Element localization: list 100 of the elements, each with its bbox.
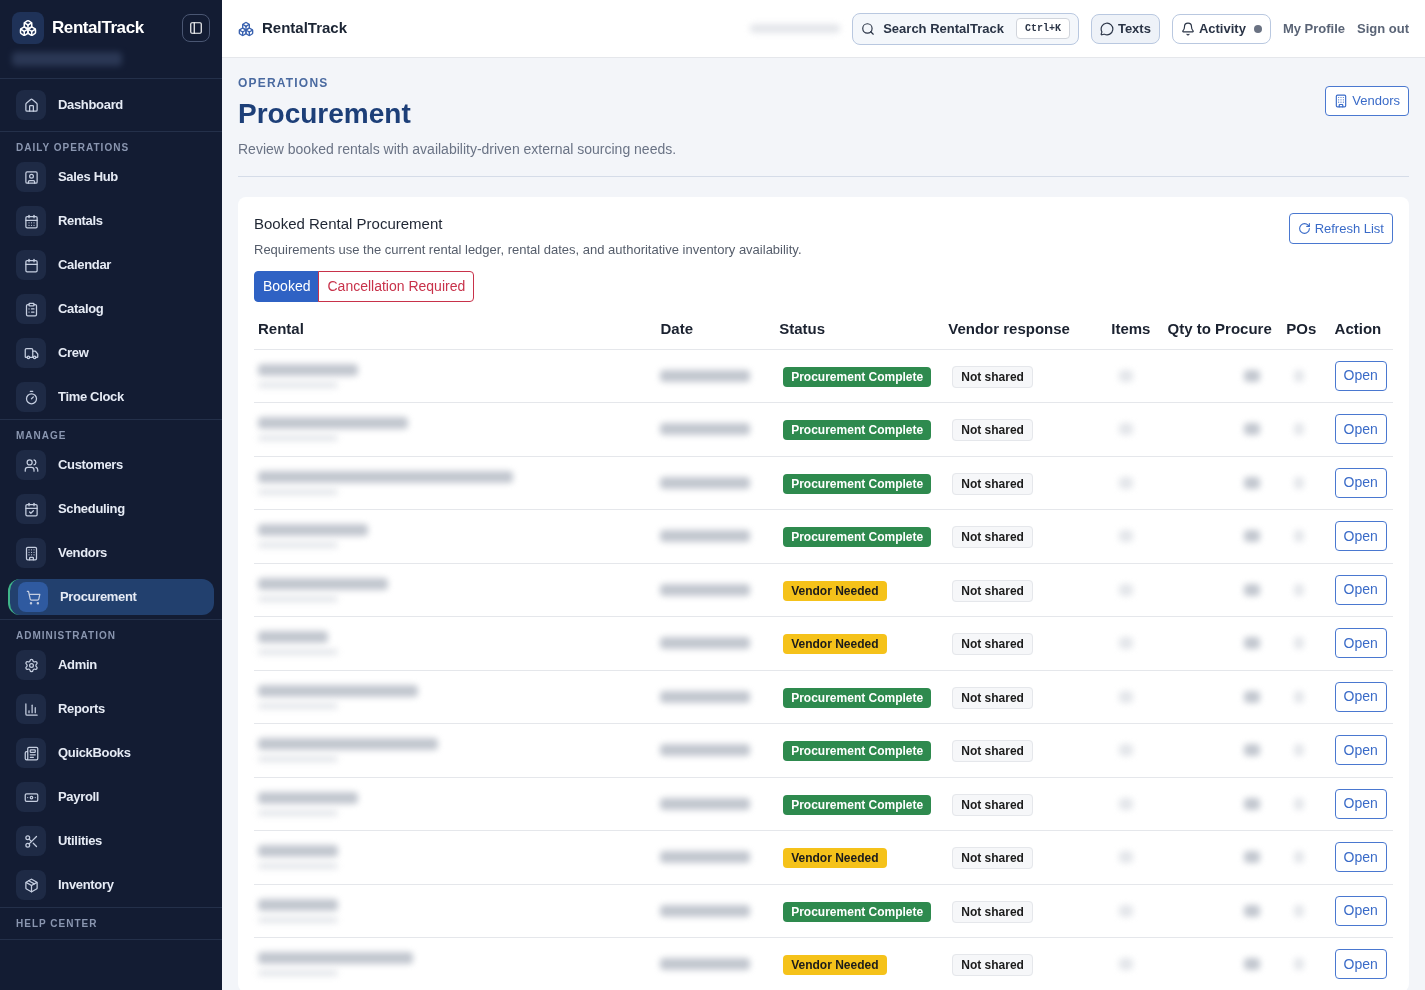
blurred-text — [1119, 958, 1134, 971]
blurred-text — [1243, 583, 1260, 596]
chat-bubble-icon — [1099, 21, 1114, 36]
blurred-text — [1119, 744, 1134, 757]
refresh-button[interactable]: Refresh List — [1288, 213, 1393, 244]
header-link[interactable]: My Profile — [1282, 18, 1345, 39]
sidebar-item[interactable]: Catalog — [8, 291, 214, 327]
sidebar-item[interactable]: QuickBooks — [8, 735, 214, 771]
column-header: Vendor response — [944, 318, 1108, 349]
refresh-icon — [1297, 222, 1311, 235]
list-icon — [23, 301, 39, 317]
column-header: Date — [656, 318, 776, 349]
blurred-text — [1119, 797, 1134, 810]
blurred-text — [1119, 476, 1134, 489]
blurred-text — [1243, 369, 1260, 382]
blurred-text — [1243, 797, 1260, 810]
timer-icon — [23, 389, 39, 405]
page-title: Procurement — [238, 97, 412, 131]
open-button[interactable]: Open — [1334, 895, 1387, 926]
blurred-text — [1243, 637, 1260, 650]
vendor-response-badge: Not shared — [952, 686, 1033, 709]
sidebar-item[interactable]: Admin — [8, 647, 214, 683]
calendar-icon — [23, 213, 39, 229]
sidebar-item[interactable]: Vendors — [8, 535, 214, 571]
sidebar-item[interactable]: Reports — [8, 691, 214, 727]
sidebar-item[interactable]: Sales Hub — [8, 159, 214, 195]
card-title: Booked Rental Procurement — [254, 214, 444, 234]
vendor-response-badge: Not shared — [952, 419, 1033, 442]
open-button[interactable]: Open — [1334, 360, 1387, 391]
sidebar-item[interactable]: Utilities — [8, 823, 214, 859]
open-button[interactable]: Open — [1334, 949, 1387, 980]
blurred-text — [1243, 690, 1260, 703]
scissors-icon — [23, 833, 39, 849]
sidebar-item[interactable]: Customers — [8, 447, 214, 483]
sidebar-item[interactable]: Time Clock — [8, 379, 214, 415]
status-badge: Procurement Complete — [783, 366, 932, 387]
open-button[interactable]: Open — [1334, 521, 1387, 552]
users-icon — [23, 457, 39, 473]
vendors-button[interactable]: Vendors — [1325, 86, 1409, 116]
section-label: MANAGE — [15, 429, 68, 443]
filter-tab[interactable]: Cancellation Required — [318, 271, 475, 302]
sidebar-item[interactable]: Calendar — [8, 247, 214, 283]
settings-icon — [23, 657, 39, 673]
section-label: DAILY OPERATIONS — [15, 141, 131, 155]
open-button[interactable]: Open — [1334, 681, 1387, 712]
open-button[interactable]: Open — [1334, 735, 1387, 766]
sidebar-toggle-button[interactable] — [182, 14, 210, 42]
blurred-text — [1119, 583, 1134, 596]
search-button[interactable]: Search RentalTrack Ctrl+K — [852, 12, 1079, 45]
sidebar-item[interactable]: Inventory — [8, 867, 214, 903]
status-badge: Vendor Needed — [783, 580, 887, 601]
sidebar-item[interactable]: Crew — [8, 335, 214, 371]
calendar-check-icon — [23, 501, 39, 517]
brand-name: RentalTrack — [52, 17, 145, 40]
bar-chart-icon — [23, 701, 39, 717]
sidebar-item[interactable]: Scheduling — [8, 491, 214, 527]
open-button[interactable]: Open — [1334, 414, 1387, 445]
document-icon — [23, 745, 39, 761]
blurred-text — [1243, 904, 1260, 917]
open-button[interactable]: Open — [1334, 788, 1387, 819]
status-badge: Procurement Complete — [783, 527, 932, 548]
status-badge: Procurement Complete — [783, 901, 932, 922]
sidebar-item[interactable]: Rentals — [8, 203, 214, 239]
sidebar-item[interactable]: Payroll — [8, 779, 214, 815]
header-link[interactable]: Sign out — [1357, 18, 1409, 39]
status-badge: Procurement Complete — [783, 473, 932, 494]
calendar-grid-icon — [23, 257, 39, 273]
column-header: Qty to Procure — [1163, 318, 1283, 349]
section-label: HELP CENTER — [15, 917, 99, 931]
texts-button[interactable]: Texts — [1090, 13, 1160, 44]
open-button[interactable]: Open — [1334, 467, 1387, 498]
vendor-response-badge: Not shared — [952, 579, 1033, 602]
activity-button[interactable]: Activity — [1171, 13, 1271, 44]
search-icon — [861, 21, 876, 36]
section-label: ADMINISTRATION — [15, 629, 117, 643]
blurred-text — [258, 631, 328, 644]
vendor-response-badge: Not shared — [952, 740, 1033, 763]
sidebar-item[interactable]: Procurement — [8, 579, 214, 615]
status-badge: Vendor Needed — [783, 848, 887, 869]
vendor-response-badge: Not shared — [952, 633, 1033, 656]
card-description: Requirements use the current rental ledger, rental dates, and authoritative inventory availability. — [254, 240, 803, 259]
status-badge: Procurement Complete — [783, 794, 932, 815]
vendor-response-badge: Not shared — [952, 365, 1033, 388]
blurred-text — [1243, 476, 1260, 489]
blurred-text — [1243, 423, 1260, 436]
vendor-response-badge: Not shared — [952, 900, 1033, 923]
open-button[interactable]: Open — [1334, 628, 1387, 659]
open-button[interactable]: Open — [1334, 574, 1387, 605]
cart-icon — [25, 589, 41, 605]
column-header: Action — [1330, 318, 1393, 349]
blurred-text — [1243, 851, 1260, 864]
status-badge: Procurement Complete — [783, 420, 932, 441]
open-button[interactable]: Open — [1334, 842, 1387, 873]
brand-name: RentalTrack — [262, 18, 349, 39]
logo-icon — [238, 20, 254, 37]
blurred-text — [1119, 637, 1134, 650]
filter-tab[interactable]: Booked — [254, 271, 320, 302]
blurred-text — [1119, 369, 1134, 382]
page-subtitle: Review booked rentals with availability-driven external sourcing needs. — [238, 140, 678, 159]
sidebar-item[interactable]: Dashboard — [8, 87, 214, 123]
